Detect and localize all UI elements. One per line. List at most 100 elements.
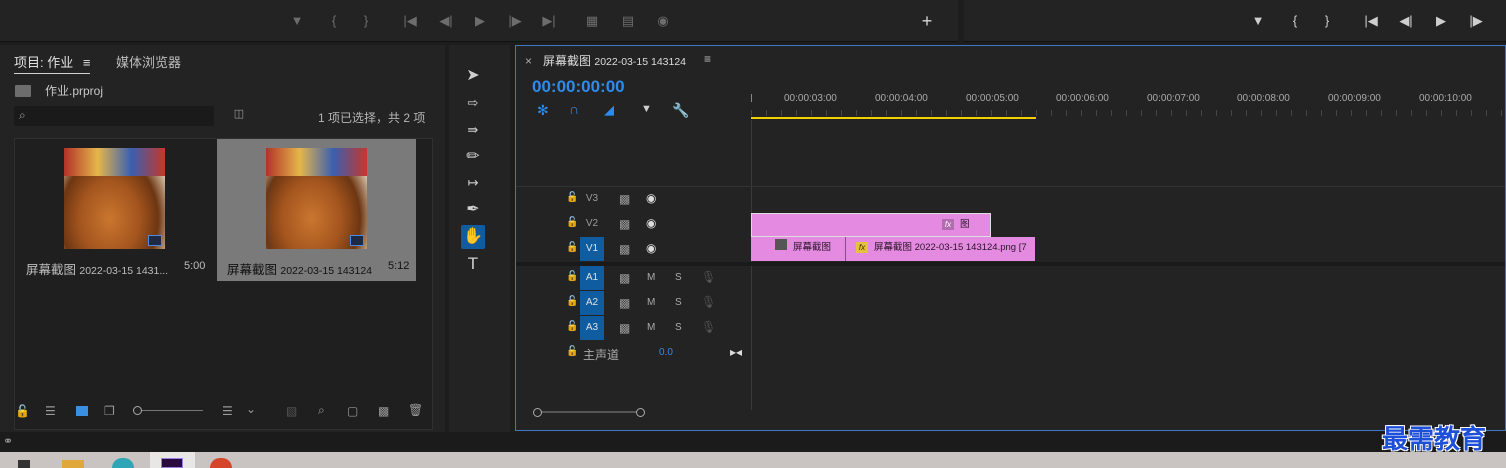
browser-app-icon[interactable]: [112, 458, 134, 468]
play-icon[interactable]: ▶: [472, 14, 488, 28]
tab-project[interactable]: 项目: 作业 ≡: [14, 52, 91, 74]
zoom-slider[interactable]: [133, 406, 203, 415]
insert-icon[interactable]: ▦: [584, 14, 600, 28]
solo-button[interactable]: S: [675, 322, 682, 333]
panel-menu-icon[interactable]: ≡: [704, 52, 711, 66]
office-app-icon[interactable]: [210, 458, 232, 468]
freeform-view-icon[interactable]: ❐: [104, 405, 115, 417]
list-view-icon[interactable]: ☰: [45, 405, 56, 417]
lock-icon[interactable]: 🔓: [566, 297, 578, 307]
sync-lock-icon[interactable]: ▩: [619, 272, 630, 284]
lock-icon[interactable]: 🔓: [566, 272, 578, 282]
step-forward-icon[interactable]: |▶: [507, 14, 523, 28]
close-tab-icon[interactable]: ×: [525, 54, 532, 68]
start-icon[interactable]: [18, 460, 30, 468]
pen-tool-icon[interactable]: ✒: [461, 198, 485, 222]
new-search-bin-icon[interactable]: ◫: [231, 109, 247, 121]
selection-tool-icon[interactable]: ➤: [461, 64, 485, 88]
time-ruler[interactable]: 00:00:03:00 00:00:04:00 00:00:05:00 00:0…: [751, 88, 1503, 120]
sync-lock-icon[interactable]: ▩: [619, 297, 630, 309]
voiceover-mic-icon[interactable]: 🎙: [701, 321, 716, 333]
slider-handle[interactable]: [133, 406, 142, 415]
creative-cloud-icon[interactable]: ⚭: [3, 435, 13, 447]
clip-v1-a[interactable]: 屏幕截图: [751, 237, 845, 261]
project-item[interactable]: 屏幕截图 2022-03-15 1431... 5:00: [15, 139, 215, 281]
mute-button[interactable]: M: [647, 272, 655, 283]
mute-button[interactable]: M: [647, 322, 655, 333]
slip-tool-icon[interactable]: ↦: [461, 171, 485, 195]
mute-button[interactable]: M: [647, 297, 655, 308]
go-to-in-icon[interactable]: |◀: [402, 14, 418, 28]
add-marker-icon[interactable]: ▼: [641, 103, 652, 115]
clip-v1-b[interactable]: fx 屏幕截图 2022-03-15 143124.png [7: [845, 237, 1035, 261]
track-name[interactable]: V1: [580, 237, 604, 261]
type-tool-icon[interactable]: T: [461, 252, 485, 276]
lock-icon[interactable]: 🔓: [566, 322, 578, 332]
clip-v2[interactable]: fx 图: [751, 213, 991, 237]
step-forward-icon[interactable]: |▶: [1468, 14, 1484, 28]
track-name[interactable]: A1: [580, 266, 604, 290]
lock-icon[interactable]: 🔓: [566, 193, 578, 203]
razor-tool-icon[interactable]: ✏: [461, 145, 485, 169]
overwrite-icon[interactable]: ▤: [620, 14, 636, 28]
hand-tool-icon[interactable]: ✋: [461, 225, 485, 249]
snap-icon[interactable]: ∩: [569, 101, 579, 117]
scroll-handle-left[interactable]: [533, 408, 542, 417]
solo-button[interactable]: S: [675, 297, 682, 308]
sequence-tab[interactable]: 屏幕截图 2022-03-15 143124: [543, 52, 686, 69]
timeline-scrollbar[interactable]: [533, 408, 645, 417]
sync-lock-icon[interactable]: ▩: [619, 243, 630, 255]
tab-media-browser[interactable]: 媒体浏览器: [116, 52, 181, 71]
settings-wrench-icon[interactable]: 🔧: [672, 102, 689, 119]
premiere-app-icon[interactable]: [161, 458, 183, 468]
track-name[interactable]: V3: [580, 187, 604, 211]
solo-button[interactable]: S: [675, 272, 682, 283]
trash-icon[interactable]: 🗑: [408, 404, 423, 416]
lock-icon[interactable]: 🔓: [566, 243, 578, 253]
scroll-handle-right[interactable]: [636, 408, 645, 417]
sync-lock-icon[interactable]: ▩: [619, 218, 630, 230]
lock-icon[interactable]: 🔓: [15, 405, 30, 417]
export-frame-icon[interactable]: ◉: [655, 14, 671, 28]
new-bin-icon[interactable]: ▢: [347, 405, 358, 417]
track-name[interactable]: V2: [580, 212, 604, 236]
eye-icon[interactable]: ◉: [646, 217, 656, 229]
step-back-icon[interactable]: ◀|: [1398, 14, 1414, 28]
go-to-in-icon[interactable]: |◀: [1363, 14, 1379, 28]
panel-menu-icon[interactable]: ≡: [83, 55, 91, 70]
sort-icon[interactable]: ☰: [222, 405, 233, 417]
marker-icon[interactable]: ▼: [1250, 14, 1266, 28]
sync-lock-icon[interactable]: ▩: [619, 322, 630, 334]
eye-icon[interactable]: ◉: [646, 242, 656, 254]
go-to-end-icon[interactable]: ▸◂: [730, 346, 742, 358]
mark-in-icon[interactable]: {: [1287, 14, 1303, 28]
search-input[interactable]: [36, 108, 206, 124]
track-name[interactable]: A3: [580, 316, 604, 340]
automate-icon[interactable]: ▧: [286, 405, 297, 417]
mark-out-icon[interactable]: }: [358, 14, 374, 28]
voiceover-mic-icon[interactable]: 🎙: [701, 296, 716, 308]
search-field[interactable]: ⌕: [14, 106, 214, 126]
add-button-icon[interactable]: +: [919, 12, 935, 30]
lock-icon[interactable]: 🔓: [566, 347, 578, 357]
project-item-selected[interactable]: 屏幕截图 2022-03-15 143124 5:12: [217, 139, 416, 281]
eye-icon[interactable]: ◉: [646, 192, 656, 204]
work-area-bar[interactable]: [751, 117, 1036, 119]
icon-view-icon[interactable]: [76, 406, 88, 416]
nest-toggle-icon[interactable]: ✻: [537, 102, 549, 119]
track-select-tool-icon[interactable]: ⇨: [461, 91, 485, 115]
find-icon[interactable]: ⌕: [318, 404, 325, 416]
linked-selection-icon[interactable]: ◢: [604, 102, 614, 118]
lock-icon[interactable]: 🔓: [566, 218, 578, 228]
step-back-icon[interactable]: ◀|: [438, 14, 454, 28]
chevron-down-icon[interactable]: ⌄: [246, 403, 256, 415]
play-icon[interactable]: ▶: [1433, 14, 1449, 28]
folder-app-icon[interactable]: [62, 460, 84, 468]
ripple-edit-tool-icon[interactable]: ⇛: [461, 118, 485, 142]
mark-out-icon[interactable]: }: [1319, 14, 1335, 28]
go-to-out-icon[interactable]: ▶|: [541, 14, 557, 28]
new-item-icon[interactable]: ▩: [378, 405, 389, 417]
sync-lock-icon[interactable]: ▩: [619, 193, 630, 205]
voiceover-mic-icon[interactable]: 🎙: [701, 271, 716, 283]
playhead-timecode[interactable]: 00:00:00:00: [532, 77, 625, 97]
